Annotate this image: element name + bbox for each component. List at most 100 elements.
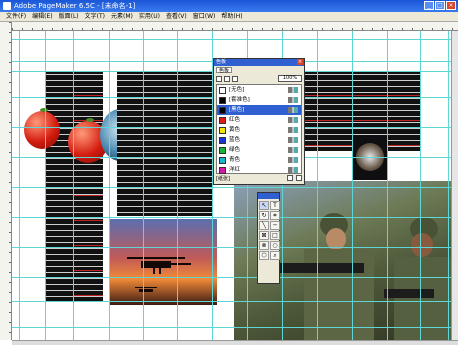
- crop-tool[interactable]: ⌗: [270, 211, 280, 220]
- swatch-list[interactable]: [无色] [套准色] [黑色] 红色 黄色 蓝色 绿色 青色 洋红: [216, 84, 302, 174]
- swatch-type-icon: [288, 97, 298, 103]
- swatch-row[interactable]: 黄色: [217, 125, 301, 135]
- menu-element[interactable]: 元素(M): [111, 12, 133, 21]
- tab-swatches[interactable]: 色板: [216, 67, 233, 74]
- menu-view[interactable]: 查看(V): [166, 12, 187, 21]
- vertical-guide-1[interactable]: [19, 31, 20, 340]
- swatch-row[interactable]: 青色: [217, 155, 301, 165]
- swatch-type-icon: [288, 117, 298, 123]
- horizontal-ruler[interactable]: [12, 22, 458, 31]
- pointer-tool[interactable]: ↖: [259, 201, 269, 210]
- horizontal-guide-10[interactable]: [12, 277, 458, 278]
- window-title: Adobe PageMaker 6.5C - [未命名-1]: [14, 2, 136, 10]
- vertical-guide-11[interactable]: [352, 31, 353, 340]
- swatch-chip: [219, 166, 226, 174]
- swatch-chip: [219, 96, 226, 104]
- vertical-guide-5[interactable]: [143, 31, 144, 340]
- swatches-panel-toolbar: 100%: [214, 74, 304, 83]
- swatch-type-icon: [288, 147, 298, 153]
- swatch-type-icon: [288, 127, 298, 133]
- horizontal-guide-1[interactable]: [12, 39, 458, 40]
- vertical-guide-13[interactable]: [420, 31, 421, 340]
- swatch-row[interactable]: [套准色]: [217, 95, 301, 105]
- swatch-label: [套准色]: [229, 96, 250, 103]
- swatch-type-icon: [288, 87, 298, 93]
- stroke-icon[interactable]: [216, 75, 222, 82]
- rectangle-tool[interactable]: □: [270, 231, 280, 240]
- horizontal-guide-12[interactable]: [12, 327, 458, 328]
- minimize-button[interactable]: _: [424, 1, 434, 10]
- polygon-tool[interactable]: ⬡: [259, 251, 269, 260]
- swatch-label: 黄色: [229, 126, 241, 133]
- rotate-tool[interactable]: ↻: [259, 211, 269, 220]
- text-column-3[interactable]: [117, 71, 212, 216]
- text-tool[interactable]: T: [270, 201, 280, 210]
- title-bar: Adobe PageMaker 6.5C - [未命名-1] _ □ ×: [0, 0, 458, 12]
- swatch-type-icon: [288, 167, 298, 173]
- app-icon: [3, 2, 11, 10]
- fill-icon[interactable]: [224, 75, 230, 82]
- helicopter-photo[interactable]: [109, 219, 217, 305]
- swatch-row[interactable]: [无色]: [217, 85, 301, 95]
- swatch-label: 蓝色: [229, 136, 241, 143]
- maximize-button[interactable]: □: [435, 1, 445, 10]
- close-button[interactable]: ×: [446, 1, 456, 10]
- swatch-chip: [219, 86, 226, 94]
- constrained-line-tool[interactable]: ─: [270, 221, 280, 230]
- text-column-1[interactable]: [45, 71, 73, 301]
- horizontal-guide-9[interactable]: [12, 247, 458, 248]
- swatch-label: [无色]: [229, 86, 245, 93]
- vertical-guide-3[interactable]: [73, 31, 74, 340]
- swatch-row[interactable]: 红色: [217, 115, 301, 125]
- vertical-guide-12[interactable]: [387, 31, 388, 340]
- swatches-panel-titlebar[interactable]: 色板 ×: [214, 59, 304, 66]
- swatches-panel-footer: [纸张]: [216, 174, 302, 182]
- swatch-chip: [219, 136, 226, 144]
- horizontal-scrollbar[interactable]: [12, 340, 458, 345]
- vertical-guide-4[interactable]: [109, 31, 110, 340]
- vertical-guide-2[interactable]: [45, 31, 46, 340]
- paper-swatch-label: [纸张]: [216, 175, 230, 182]
- window-controls: _ □ ×: [424, 1, 456, 10]
- tint-select[interactable]: 100%: [278, 75, 302, 82]
- vertical-guide-10[interactable]: [317, 31, 318, 340]
- horizontal-guide-11[interactable]: [12, 301, 458, 302]
- swatches-panel[interactable]: 色板 × 色板 100% [无色] [套准色] [黑色] 红色 黄色 蓝色 绿色 青色 洋红 […: [213, 58, 305, 185]
- swatch-label: 红色: [229, 116, 241, 123]
- swatch-row[interactable]: 蓝色: [217, 135, 301, 145]
- tool-grid: ↖ T ↻ ⌗ ╲ ─ ⊠ □ ⊗ ○ ⬡ ⌕: [258, 199, 280, 260]
- horizontal-guide-8[interactable]: [12, 217, 458, 218]
- ellipse-frame-tool[interactable]: ⊗: [259, 241, 269, 250]
- line-tool[interactable]: ╲: [259, 221, 269, 230]
- apple-image-1[interactable]: [24, 111, 60, 149]
- vertical-guide-14[interactable]: [448, 31, 449, 340]
- toolbox-panel[interactable]: ↖ T ↻ ⌗ ╲ ─ ⊠ □ ⊗ ○ ⬡ ⌕: [257, 192, 280, 284]
- menu-edit[interactable]: 编辑(E): [32, 12, 52, 21]
- swatch-chip: [219, 126, 226, 134]
- new-swatch-icon[interactable]: [287, 175, 293, 181]
- menu-bar: 文件(F) 编辑(E) 版面(L) 文字(T) 元素(M) 实用(U) 查看(V…: [0, 12, 458, 22]
- swatch-row[interactable]: 绿色: [217, 145, 301, 155]
- rectangle-frame-tool[interactable]: ⊠: [259, 231, 269, 240]
- close-icon[interactable]: ×: [297, 59, 303, 65]
- vertical-ruler[interactable]: [0, 22, 12, 340]
- fill-and-stroke-icon[interactable]: [232, 75, 238, 82]
- swatch-chip: [219, 106, 226, 114]
- vertical-scrollbar[interactable]: [451, 31, 458, 340]
- menu-utilities[interactable]: 实用(U): [139, 12, 160, 21]
- helicopter-silhouette: [127, 257, 191, 292]
- delete-swatch-icon[interactable]: [296, 175, 302, 181]
- menu-layout[interactable]: 版面(L): [59, 12, 79, 21]
- menu-window[interactable]: 窗口(W): [193, 12, 216, 21]
- apple-leaf-1: [40, 108, 48, 112]
- vertical-guide-6[interactable]: [177, 31, 178, 340]
- swatch-row[interactable]: [黑色]: [217, 105, 301, 115]
- menu-type[interactable]: 文字(T): [85, 12, 105, 21]
- text-column-2[interactable]: [73, 71, 103, 301]
- swatches-panel-tabs: 色板: [214, 66, 304, 74]
- zoom-tool[interactable]: ⌕: [270, 251, 280, 260]
- menu-file[interactable]: 文件(F): [6, 12, 26, 21]
- ellipse-tool[interactable]: ○: [270, 241, 280, 250]
- menu-help[interactable]: 帮助(H): [221, 12, 242, 21]
- horizontal-guide-7[interactable]: [12, 187, 458, 188]
